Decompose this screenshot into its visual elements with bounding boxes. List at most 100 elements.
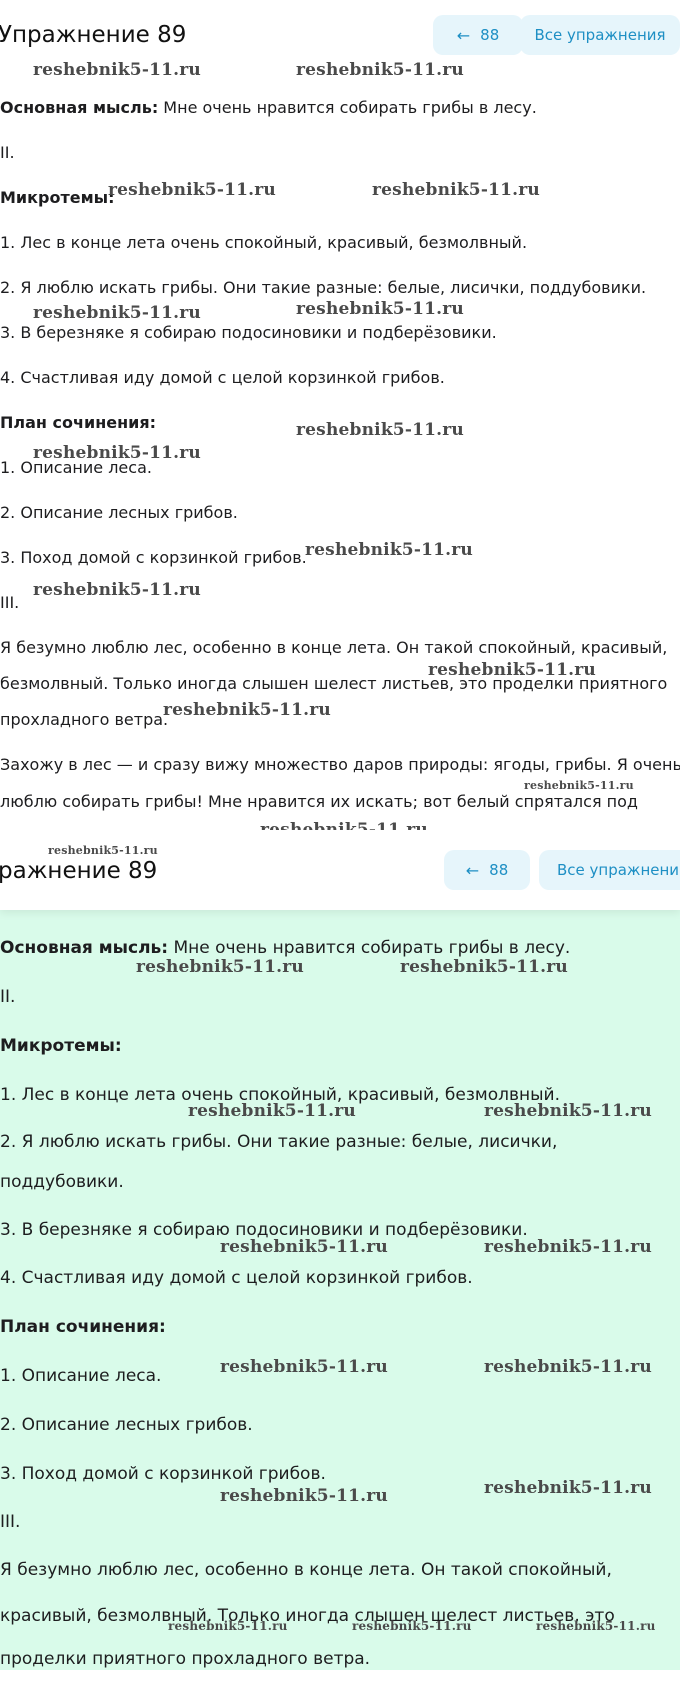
- line-text: 3. Поход домой с корзинкой грибов.: [0, 548, 307, 567]
- watermark: reshebnik5-11.ru: [484, 1237, 652, 1257]
- line-text: Я безумно люблю лес, особенно в конце ле…: [0, 638, 668, 657]
- text-line: Микротемы:: [0, 188, 115, 208]
- line-strong: Микротемы:: [0, 1036, 122, 1056]
- all-exercises-label: Все упражнения: [534, 26, 666, 44]
- text-line: поддубовики.: [0, 1172, 124, 1192]
- screenshot-bottom: reshebnik5-11.ru ражнение 89 ← 88 Все уп…: [0, 830, 680, 1695]
- watermark: reshebnik5-11.ru: [296, 60, 464, 80]
- watermark: reshebnik5-11.ru: [188, 1101, 356, 1121]
- line-text: 2. Я люблю искать грибы. Они такие разны…: [0, 1132, 558, 1152]
- text-line: 2. Описание лесных грибов.: [0, 1415, 253, 1435]
- text-line: прохладного ветра.: [0, 710, 168, 730]
- line-text: III.: [0, 593, 20, 612]
- watermark: reshebnik5-11.ru: [33, 303, 201, 323]
- watermark: reshebnik5-11.ru: [484, 1101, 652, 1121]
- prev-exercise-label: 88: [489, 861, 509, 879]
- text-line: 4. Счастливая иду домой с целой корзинко…: [0, 1268, 473, 1288]
- line-strong: План сочинения:: [0, 1317, 166, 1337]
- page-title: ражнение 89: [0, 858, 158, 884]
- watermark: reshebnik5-11.ru: [136, 957, 304, 977]
- text-line: 4. Счастливая иду домой с целой корзинко…: [0, 368, 445, 388]
- watermark: reshebnik5-11.ru: [163, 700, 331, 720]
- line-text: 3. Поход домой с корзинкой грибов.: [0, 1464, 326, 1484]
- text-line: Захожу в лес — и сразу вижу множество да…: [0, 755, 680, 775]
- watermark: reshebnik5-11.ru: [33, 443, 201, 463]
- text-line: Основная мысль: Мне очень нравится собир…: [0, 938, 570, 958]
- line-text: красивый, безмолвный. Только иногда слыш…: [0, 1606, 615, 1626]
- watermark: reshebnik5-11.ru: [536, 1619, 656, 1633]
- watermark: reshebnik5-11.ru: [296, 420, 464, 440]
- watermark: reshebnik5-11.ru: [305, 540, 473, 560]
- line-strong: Микротемы:: [0, 188, 115, 207]
- text-line: Я безумно люблю лес, особенно в конце ле…: [0, 1560, 612, 1580]
- line-text: проделки приятного прохладного ветра.: [0, 1649, 371, 1669]
- watermark: reshebnik5-11.ru: [524, 779, 634, 792]
- watermark: reshebnik5-11.ru: [220, 1357, 388, 1377]
- text-line: 1. Описание леса.: [0, 1366, 161, 1386]
- line-strong: План сочинения:: [0, 413, 157, 432]
- watermark: reshebnik5-11.ru: [296, 299, 464, 319]
- line-text: II.: [0, 987, 16, 1007]
- all-exercises-button[interactable]: Все упражнения: [520, 15, 680, 55]
- line-text: III.: [0, 1512, 21, 1532]
- line-text: Я безумно люблю лес, особенно в конце ле…: [0, 1560, 612, 1580]
- arrow-left-icon: ←: [465, 860, 480, 880]
- text-line: II.: [0, 987, 15, 1007]
- prev-exercise-button[interactable]: ← 88: [444, 850, 530, 890]
- watermark: reshebnik5-11.ru: [108, 180, 276, 200]
- all-exercises-label: Все упражнени: [557, 861, 680, 879]
- text-line: Основная мысль: Мне очень нравится собир…: [0, 98, 537, 118]
- text-line: проделки приятного прохладного ветра.: [0, 1649, 370, 1669]
- text-line: Микротемы:: [0, 1036, 122, 1056]
- watermark: reshebnik5-11.ru: [428, 660, 596, 680]
- page-title: Упражнение 89: [0, 22, 187, 48]
- line-text: прохладного ветра.: [0, 710, 169, 729]
- text-line: 2. Описание лесных грибов.: [0, 503, 238, 523]
- line-text: Захожу в лес — и сразу вижу множество да…: [0, 755, 680, 774]
- arrow-left-icon: ←: [456, 25, 471, 45]
- watermark: reshebnik5-11.ru: [220, 1486, 388, 1506]
- watermark: reshebnik5-11.ru: [372, 180, 540, 200]
- line-text: 4. Счастливая иду домой с целой корзинко…: [0, 1268, 473, 1288]
- line-text: поддубовики.: [0, 1172, 124, 1192]
- text-line: красивый, безмолвный. Только иногда слыш…: [0, 1606, 615, 1626]
- text-line: 3. Поход домой с корзинкой грибов.: [0, 1464, 326, 1484]
- line-text: Мне очень нравится собирать грибы в лесу…: [158, 98, 537, 117]
- watermark: reshebnik5-11.ru: [33, 60, 201, 80]
- line-text: 3. В березняке я собираю подосиновики и …: [0, 323, 497, 342]
- watermark: reshebnik5-11.ru: [260, 820, 428, 830]
- watermark: reshebnik5-11.ru: [48, 844, 158, 857]
- text-line: Я безумно люблю лес, особенно в конце ле…: [0, 638, 667, 658]
- text-line: 3. Поход домой с корзинкой грибов.: [0, 548, 307, 568]
- text-line: 2. Я люблю искать грибы. Они такие разны…: [0, 278, 646, 298]
- all-exercises-button[interactable]: Все упражнени: [539, 850, 680, 890]
- text-line: III.: [0, 1512, 20, 1532]
- line-text: 1. Описание леса.: [0, 1366, 162, 1386]
- line-strong: Основная мысль:: [0, 938, 169, 958]
- watermark: reshebnik5-11.ru: [168, 1619, 288, 1633]
- line-text: люблю собирать грибы! Мне нравится их ис…: [0, 792, 638, 811]
- text-line: 2. Я люблю искать грибы. Они такие разны…: [0, 1132, 557, 1152]
- answer-panel: [0, 910, 680, 1670]
- watermark: reshebnik5-11.ru: [484, 1357, 652, 1377]
- watermark: reshebnik5-11.ru: [400, 957, 568, 977]
- text-line: люблю собирать грибы! Мне нравится их ис…: [0, 792, 638, 812]
- watermark: reshebnik5-11.ru: [352, 1619, 472, 1633]
- text-line: II.: [0, 143, 15, 163]
- line-text: 2. Описание лесных грибов.: [0, 503, 238, 522]
- line-strong: Основная мысль:: [0, 98, 159, 117]
- line-text: 2. Описание лесных грибов.: [0, 1415, 253, 1435]
- line-text: 2. Я люблю искать грибы. Они такие разны…: [0, 278, 647, 297]
- line-text: 1. Лес в конце лета очень спокойный, кра…: [0, 233, 528, 252]
- screenshot-top: Упражнение 89 ← 88 Все упражнения Основн…: [0, 0, 680, 830]
- watermark: reshebnik5-11.ru: [33, 580, 201, 600]
- line-text: 4. Счастливая иду домой с целой корзинко…: [0, 368, 445, 387]
- line-text: II.: [0, 143, 15, 162]
- text-line: План сочинения:: [0, 413, 156, 433]
- prev-exercise-button[interactable]: ← 88: [433, 15, 523, 55]
- line-text: Мне очень нравится собирать грибы в лесу…: [168, 938, 571, 958]
- watermark: reshebnik5-11.ru: [220, 1237, 388, 1257]
- text-line: 1. Лес в конце лета очень спокойный, кра…: [0, 233, 527, 253]
- watermark: reshebnik5-11.ru: [484, 1478, 652, 1498]
- text-line: План сочинения:: [0, 1317, 166, 1337]
